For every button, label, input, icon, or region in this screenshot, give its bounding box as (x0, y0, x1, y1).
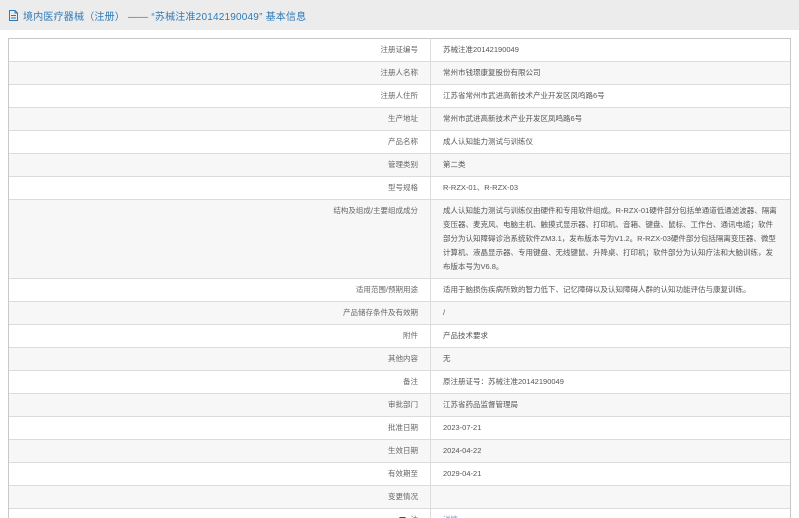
row-label: 注 (9, 509, 431, 518)
row-label-text: 生产地址 (388, 114, 418, 123)
row-label-text: 批准日期 (388, 423, 418, 432)
row-label-text: 注册人住所 (380, 91, 419, 100)
row-value: 江苏省常州市武进高新技术产业开发区凤鸣路6号 (431, 85, 790, 107)
row-label: 适用范围/预期用途 (9, 279, 431, 301)
table-row: 批准日期 2023-07-21 (9, 417, 790, 440)
row-label: 生产地址 (9, 108, 431, 130)
row-label: 型号规格 (9, 177, 431, 199)
row-label-text: 审批部门 (388, 400, 418, 409)
document-icon (8, 9, 19, 22)
row-label: 备注 (9, 371, 431, 393)
row-value-text: 适用于脑损伤疾病所致的智力低下、记忆障碍以及认知障碍人群的认知功能评估与康复训练… (443, 285, 751, 294)
row-value-text: 原注册证号：苏械注准20142190049 (443, 377, 564, 386)
registration-table: 注册证编号 苏械注准20142190049 注册人名称 常州市钱璟康复股份有限公… (8, 38, 791, 518)
row-label-text: 适用范围/预期用途 (355, 285, 418, 294)
row-value: 第二类 (431, 154, 790, 176)
row-value-text: 2023-07-21 (443, 423, 482, 432)
row-label: 产品名称 (9, 131, 431, 153)
table-row: 注册证编号 苏械注准20142190049 (9, 39, 790, 62)
row-value: 常州市钱璟康复股份有限公司 (431, 62, 790, 84)
row-value: 无 (431, 348, 790, 370)
row-label: 结构及组成/主要组成成分 (9, 200, 431, 278)
row-value: 成人认知能力测试与训练仪由硬件和专用软件组成。R-RZX-01硬件部分包括单通道… (431, 200, 790, 278)
table-row: 注册人名称 常州市钱璟康复股份有限公司 (9, 62, 790, 85)
row-value-text: 无 (443, 354, 451, 363)
table-row: 型号规格 R-RZX-01、R-RZX-03 (9, 177, 790, 200)
row-label: 注册证编号 (9, 39, 431, 61)
row-label-text: 生效日期 (388, 446, 418, 455)
row-value-text: 第二类 (443, 160, 466, 169)
row-value-text: 江苏省药品监督管理局 (443, 400, 518, 409)
title-bar: 境内医疗器械（注册） —— “苏械注准20142190049” 基本信息 (0, 0, 799, 30)
row-value-text: 常州市钱璟康复股份有限公司 (443, 68, 541, 77)
row-label-text: 结构及组成/主要组成成分 (333, 206, 418, 215)
row-value-text: 苏械注准20142190049 (443, 45, 519, 54)
row-value-text: 2024-04-22 (443, 446, 482, 455)
row-value-text: 常州市武进高新技术产业开发区凤鸣路6号 (443, 114, 583, 123)
page-title: 境内医疗器械（注册） —— “苏械注准20142190049” 基本信息 (23, 11, 307, 23)
table-row: 管理类别 第二类 (9, 154, 790, 177)
table-row: 有效期至 2029-04-21 (9, 463, 790, 486)
row-label: 管理类别 (9, 154, 431, 176)
row-value: 产品技术要求 (431, 325, 790, 347)
table-row: 注册人住所 江苏省常州市武进高新技术产业开发区凤鸣路6号 (9, 85, 790, 108)
row-label: 产品储存条件及有效期 (9, 302, 431, 324)
table-row: 备注 原注册证号：苏械注准20142190049 (9, 371, 790, 394)
row-label: 注册人名称 (9, 62, 431, 84)
row-label-text: 有效期至 (388, 469, 418, 478)
table-row: 附件 产品技术要求 (9, 325, 790, 348)
row-label-text: 产品储存条件及有效期 (343, 308, 418, 317)
row-value: 详情 (431, 509, 790, 518)
row-value-text: 成人认知能力测试与训练仪由硬件和专用软件组成。R-RZX-01硬件部分包括单通道… (443, 206, 777, 271)
table-row: 结构及组成/主要组成成分 成人认知能力测试与训练仪由硬件和专用软件组成。R-RZ… (9, 200, 790, 279)
row-label: 其他内容 (9, 348, 431, 370)
row-label-text: 变更情况 (388, 492, 418, 501)
row-value-text: 成人认知能力测试与训练仪 (443, 137, 533, 146)
row-label: 注册人住所 (9, 85, 431, 107)
row-label-text: 型号规格 (388, 183, 418, 192)
row-label: 附件 (9, 325, 431, 347)
row-label-text: 其他内容 (388, 354, 418, 363)
row-value: / (431, 302, 790, 324)
table-row: 生效日期 2024-04-22 (9, 440, 790, 463)
row-label: 审批部门 (9, 394, 431, 416)
table-row: 生产地址 常州市武进高新技术产业开发区凤鸣路6号 (9, 108, 790, 131)
row-value: 适用于脑损伤疾病所致的智力低下、记忆障碍以及认知障碍人群的认知功能评估与康复训练… (431, 279, 790, 301)
row-label-text: 管理类别 (388, 160, 418, 169)
table-row: 审批部门 江苏省药品监督管理局 (9, 394, 790, 417)
table-row: 注 详情 (9, 509, 790, 518)
row-value: 苏械注准20142190049 (431, 39, 790, 61)
table-row: 适用范围/预期用途 适用于脑损伤疾病所致的智力低下、记忆障碍以及认知障碍人群的认… (9, 279, 790, 302)
row-value-text: 产品技术要求 (443, 331, 488, 340)
row-value: 原注册证号：苏械注准20142190049 (431, 371, 790, 393)
table-row: 变更情况 (9, 486, 790, 509)
row-value-text: / (443, 308, 446, 317)
row-value-text: 2029-04-21 (443, 469, 482, 478)
row-label: 变更情况 (9, 486, 431, 508)
row-label-text: 产品名称 (388, 137, 418, 146)
row-value: 江苏省药品监督管理局 (431, 394, 790, 416)
row-label-text: 注册证编号 (380, 45, 419, 54)
row-value: R-RZX-01、R-RZX-03 (431, 177, 790, 199)
row-value: 2024-04-22 (431, 440, 790, 462)
row-value-text: 江苏省常州市武进高新技术产业开发区凤鸣路6号 (443, 91, 605, 100)
row-value (431, 486, 790, 508)
row-label-text: 备注 (403, 377, 418, 386)
table-row: 产品储存条件及有效期 / (9, 302, 790, 325)
row-label-text: 附件 (403, 331, 418, 340)
row-label-text: 注册人名称 (380, 68, 419, 77)
row-value: 常州市武进高新技术产业开发区凤鸣路6号 (431, 108, 790, 130)
table-row: 产品名称 成人认知能力测试与训练仪 (9, 131, 790, 154)
row-value: 成人认知能力测试与训练仪 (431, 131, 790, 153)
row-value: 2029-04-21 (431, 463, 790, 485)
row-label: 有效期至 (9, 463, 431, 485)
table-row: 其他内容 无 (9, 348, 790, 371)
row-value: 2023-07-21 (431, 417, 790, 439)
row-label: 生效日期 (9, 440, 431, 462)
row-value-text: R-RZX-01、R-RZX-03 (443, 183, 519, 192)
row-label: 批准日期 (9, 417, 431, 439)
